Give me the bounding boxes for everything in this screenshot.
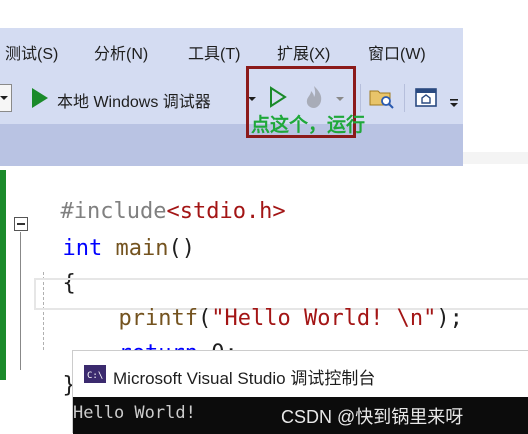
start-debugger-button[interactable]: 本地 Windows 调试器 — [30, 84, 244, 112]
debug-console-window[interactable]: C:\ Microsoft Visual Studio 调试控制台 Hello … — [72, 350, 528, 434]
toolbar-separator — [404, 84, 405, 112]
change-tracking-bar — [0, 170, 6, 380]
document-tab-strip — [0, 124, 463, 166]
play-icon — [32, 88, 48, 108]
console-title-bar[interactable]: C:\ Microsoft Visual Studio 调试控制台 — [73, 351, 528, 397]
window-layout-icon[interactable] — [414, 86, 438, 110]
menu-analyze[interactable]: 分析(N) — [94, 40, 148, 64]
printf-string: "Hello World! \n" — [211, 306, 437, 331]
svg-text:C:\: C:\ — [87, 371, 103, 381]
solution-explorer-icon[interactable] — [369, 86, 395, 110]
strip-extension — [463, 152, 528, 164]
debugger-label: 本地 Windows 调试器 — [57, 94, 211, 111]
console-app-icon: C:\ — [84, 365, 106, 383]
toolbar-overflow-icon[interactable] — [449, 98, 459, 110]
printf-close: ); — [436, 306, 463, 331]
watermark: CSDN @快到锅里来呀 — [281, 407, 464, 427]
toolbar-separator — [360, 84, 361, 112]
main-name: main — [115, 236, 169, 261]
code-line-close-brace: } — [36, 348, 76, 398]
main-parens: () — [168, 236, 195, 261]
console-title: Microsoft Visual Studio 调试控制台 — [113, 369, 376, 388]
collapse-toggle-icon[interactable] — [14, 217, 28, 231]
menu-tools[interactable]: 工具(T) — [188, 40, 240, 64]
menu-test[interactable]: 测试(S) — [5, 40, 58, 64]
chevron-down-icon — [0, 96, 8, 100]
console-output: Hello World! — [73, 403, 196, 423]
outline-guide — [20, 232, 21, 370]
console-output-area: Hello World! CSDN @快到锅里来呀 — [73, 397, 528, 434]
menu-extensions[interactable]: 扩展(X) — [277, 40, 330, 64]
top-margin — [0, 0, 528, 28]
config-dropdown[interactable] — [0, 84, 12, 112]
menu-window[interactable]: 窗口(W) — [368, 40, 426, 64]
annotation-text: 点这个，运行 — [251, 115, 366, 136]
